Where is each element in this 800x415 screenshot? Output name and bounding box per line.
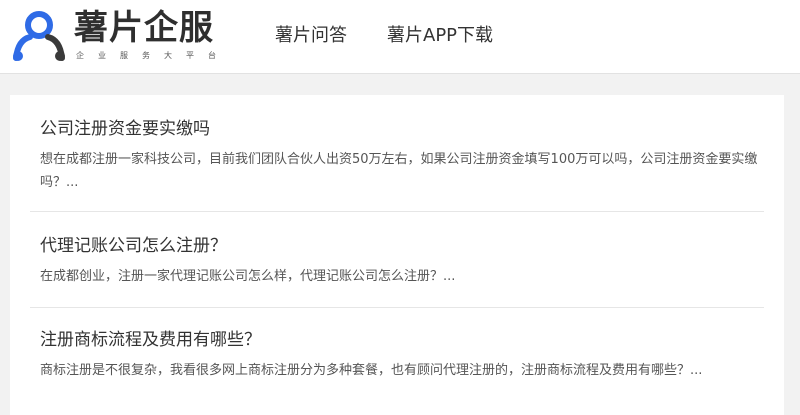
brand-logo[interactable]: 薯片企服 企 业 服 务 大 平 台 (10, 8, 220, 64)
brand-tagline: 企 业 服 务 大 平 台 (76, 50, 216, 62)
nav-item-qa[interactable]: 薯片问答 (275, 22, 347, 50)
brand-tagline-char: 大 (164, 51, 172, 60)
brand-logo-icon (13, 11, 65, 61)
list-item: 代理记账公司怎么注册？ 在成都创业，注册一家代理记账公司怎么样，代理记账公司怎么… (30, 212, 764, 308)
article-title[interactable]: 注册商标流程及费用有哪些？ (40, 328, 764, 352)
main-nav: 薯片问答 薯片APP下载 (275, 22, 493, 50)
brand-tagline-char: 台 (208, 51, 216, 60)
brand-name: 薯片企服 (74, 8, 214, 48)
brand-tagline-char: 平 (186, 51, 194, 60)
nav-item-app-download[interactable]: 薯片APP下载 (387, 22, 493, 50)
list-item: 公司注册资金要实缴吗 想在成都注册一家科技公司，目前我们团队合伙人出资50万左右… (30, 95, 764, 212)
article-list: 公司注册资金要实缴吗 想在成都注册一家科技公司，目前我们团队合伙人出资50万左右… (10, 95, 784, 415)
article-summary: 想在成都注册一家科技公司，目前我们团队合伙人出资50万左右，如果公司注册资金填写… (40, 152, 758, 190)
article-summary: 商标注册是不很复杂，我看很多网上商标注册分为多种套餐，也有顾问代理注册的，注册商… (40, 363, 703, 378)
brand-tagline-char: 服 (120, 51, 128, 60)
list-item: 注册商标流程及费用有哪些？ 商标注册是不很复杂，我看很多网上商标注册分为多种套餐… (30, 308, 764, 408)
article-title[interactable]: 代理记账公司怎么注册？ (40, 234, 764, 258)
brand-tagline-char: 务 (142, 51, 150, 60)
brand-tagline-char: 企 (76, 51, 84, 60)
brand-tagline-char: 业 (98, 51, 106, 60)
article-summary: 在成都创业，注册一家代理记账公司怎么样，代理记账公司怎么注册？... (40, 269, 456, 284)
article-title[interactable]: 公司注册资金要实缴吗 (40, 117, 764, 141)
site-header: 薯片企服 企 业 服 务 大 平 台 薯片问答 薯片APP下载 (0, 0, 800, 74)
